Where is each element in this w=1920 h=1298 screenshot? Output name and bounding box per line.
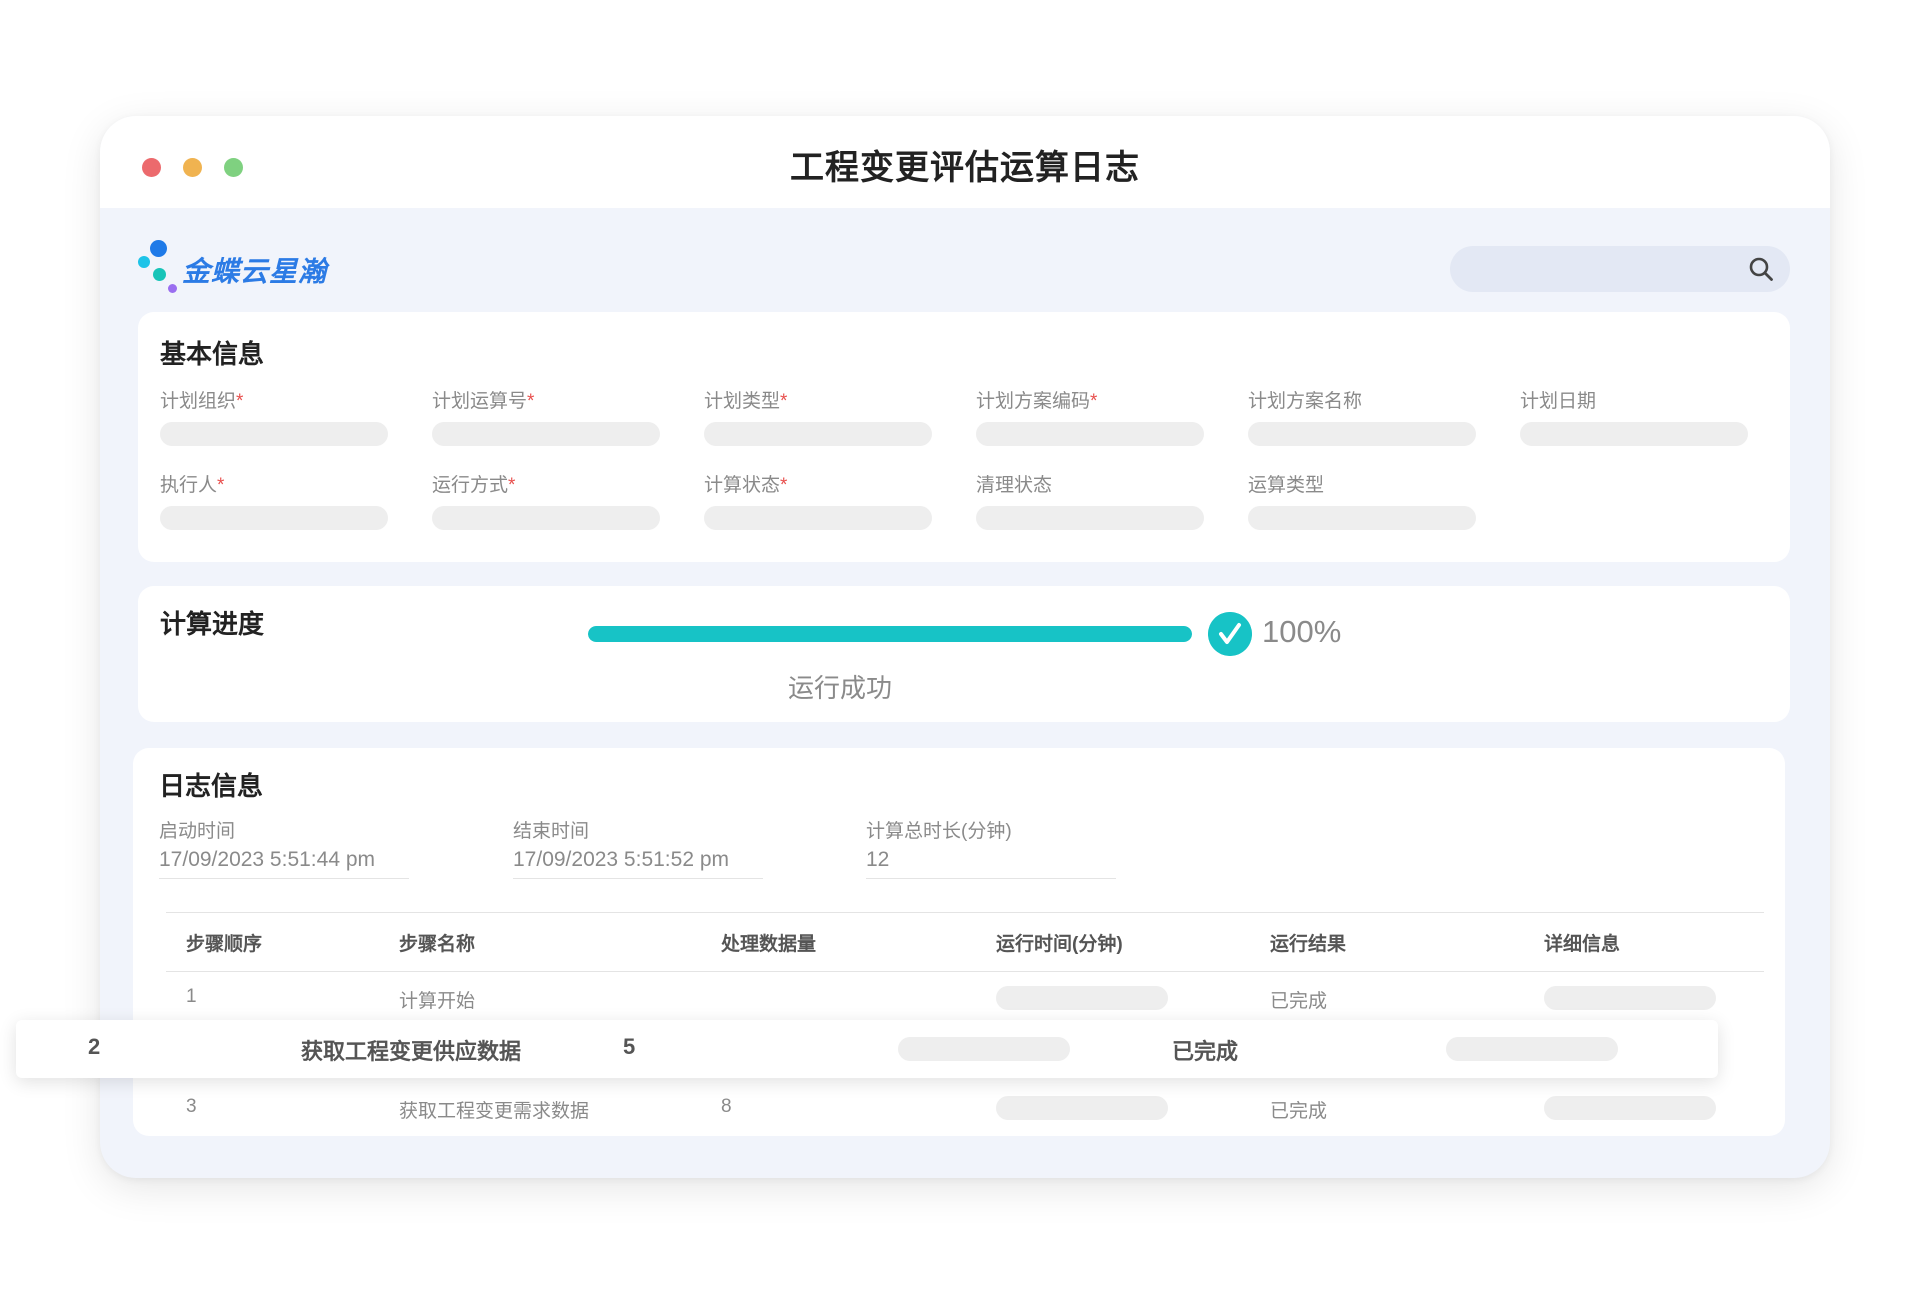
duration-label: 计算总时长(分钟) (866, 821, 1012, 842)
field-calc-type: 运算类型 (1248, 470, 1476, 530)
progress-percent: 100% (1262, 614, 1342, 649)
field-label: 执行人 (160, 475, 218, 496)
start-time-label: 启动时间 (159, 821, 236, 842)
cell-result: 已完成 (1270, 991, 1328, 1012)
log-info-title: 日志信息 (159, 771, 264, 801)
duration-value: 12 (866, 848, 1116, 879)
cell-name: 获取工程变更供应数据 (301, 1039, 522, 1064)
field-value-input[interactable] (1248, 506, 1476, 530)
col-step-order[interactable]: 步骤顺序 (186, 929, 262, 956)
required-mark: * (780, 475, 788, 496)
field-plan-date: 计划日期 (1520, 386, 1748, 446)
field-label: 计划运算号 (432, 391, 528, 412)
col-run-result[interactable]: 运行结果 (1270, 929, 1346, 956)
table-row-highlighted[interactable]: 2 获取工程变更供应数据 5 已完成 (16, 1020, 1718, 1078)
progress-bar (588, 626, 1192, 642)
cell-order: 2 (88, 1034, 101, 1059)
end-time-label: 结束时间 (513, 821, 590, 842)
field-value-input[interactable] (1248, 422, 1476, 446)
logo-dot-purple-icon (168, 284, 177, 293)
field-label: 计划类型 (704, 391, 781, 412)
field-value-input[interactable] (432, 422, 660, 446)
required-mark: * (236, 391, 244, 412)
required-mark: * (527, 391, 535, 412)
field-value-input[interactable] (160, 506, 388, 530)
field-executor: 执行人* (160, 470, 388, 530)
field-label: 计划日期 (1520, 391, 1597, 412)
end-time-value: 17/09/2023 5:51:52 pm (513, 848, 763, 879)
basic-info-card: 基本信息 计划组织* 计划运算号* 计划类型* 计划方案编码* 计划方案名称 计… (138, 312, 1790, 562)
col-data-count[interactable]: 处理数据量 (721, 929, 816, 956)
brand-logo: 金蝶云星瀚 (138, 238, 378, 300)
col-run-time[interactable]: 运行时间(分钟) (996, 929, 1123, 956)
progress-bar-fill (588, 626, 1192, 642)
progress-status: 运行成功 (788, 673, 893, 703)
cell-name: 获取工程变更需求数据 (399, 1101, 590, 1122)
cell-count: 8 (721, 1096, 732, 1117)
field-label: 运行方式 (432, 475, 509, 496)
basic-info-title: 基本信息 (160, 339, 265, 369)
app-window: 工程变更评估运算日志 金蝶云星瀚 基本信息 计划组织* 计划运算号* 计划类型*… (100, 116, 1830, 1178)
search-input[interactable] (1450, 246, 1790, 292)
cell-detail[interactable] (1544, 1096, 1716, 1120)
field-calc-status: 计算状态* (704, 470, 932, 530)
field-plan-type: 计划类型* (704, 386, 932, 446)
cell-detail[interactable] (1544, 986, 1716, 1010)
window-title: 工程变更评估运算日志 (790, 149, 1140, 187)
end-time-field: 结束时间 17/09/2023 5:51:52 pm (513, 816, 763, 879)
logo-dot-cyan-icon (138, 256, 150, 268)
logo-dot-teal-icon (153, 268, 166, 281)
cell-result: 已完成 (1270, 1101, 1328, 1122)
field-value-input[interactable] (432, 506, 660, 530)
cell-result: 已完成 (1172, 1039, 1239, 1064)
cell-order: 3 (186, 1096, 197, 1117)
brand-name: 金蝶云星瀚 (182, 256, 328, 287)
search-icon[interactable] (1748, 256, 1774, 282)
cell-order: 1 (186, 986, 197, 1007)
required-mark: * (1090, 391, 1098, 412)
table-row[interactable]: 3 获取工程变更需求数据 8 已完成 (166, 1082, 1764, 1138)
cell-run-time (996, 986, 1168, 1010)
field-run-mode: 运行方式* (432, 470, 660, 530)
cell-detail[interactable] (1446, 1037, 1618, 1061)
check-circle-icon (1208, 612, 1252, 656)
cell-name: 计算开始 (399, 991, 476, 1012)
col-step-name[interactable]: 步骤名称 (399, 929, 475, 956)
field-label: 计算状态 (704, 475, 781, 496)
col-detail[interactable]: 详细信息 (1544, 929, 1620, 956)
cell-count: 5 (623, 1034, 636, 1059)
cell-run-time (898, 1037, 1070, 1061)
required-mark: * (780, 391, 788, 412)
title-bar: 工程变更评估运算日志 (100, 116, 1830, 208)
cell-run-time (996, 1096, 1168, 1120)
field-label: 计划组织 (160, 391, 237, 412)
field-label: 计划方案名称 (1248, 391, 1363, 412)
field-value-input[interactable] (704, 422, 932, 446)
field-label: 计划方案编码 (976, 391, 1091, 412)
field-clean-status: 清理状态 (976, 470, 1204, 530)
field-plan-org: 计划组织* (160, 386, 388, 446)
field-value-input[interactable] (1520, 422, 1748, 446)
duration-field: 计算总时长(分钟) 12 (866, 816, 1116, 879)
field-value-input[interactable] (976, 506, 1204, 530)
start-time-value: 17/09/2023 5:51:44 pm (159, 848, 409, 879)
field-value-input[interactable] (976, 422, 1204, 446)
logo-dot-blue-icon (150, 240, 167, 257)
field-value-input[interactable] (704, 506, 932, 530)
field-plan-scheme-name: 计划方案名称 (1248, 386, 1476, 446)
calc-progress-title: 计算进度 (160, 609, 265, 639)
start-time-field: 启动时间 17/09/2023 5:51:44 pm (159, 816, 409, 879)
required-mark: * (508, 475, 516, 496)
calc-progress-card: 计算进度 100% 运行成功 (138, 586, 1790, 722)
field-label: 运算类型 (1248, 475, 1325, 496)
table-header: 步骤顺序 步骤名称 处理数据量 运行时间(分钟) 运行结果 详细信息 (166, 912, 1764, 972)
field-label: 清理状态 (976, 475, 1053, 496)
field-plan-scheme-code: 计划方案编码* (976, 386, 1204, 446)
field-plan-run-no: 计划运算号* (432, 386, 660, 446)
field-value-input[interactable] (160, 422, 388, 446)
required-mark: * (217, 475, 225, 496)
